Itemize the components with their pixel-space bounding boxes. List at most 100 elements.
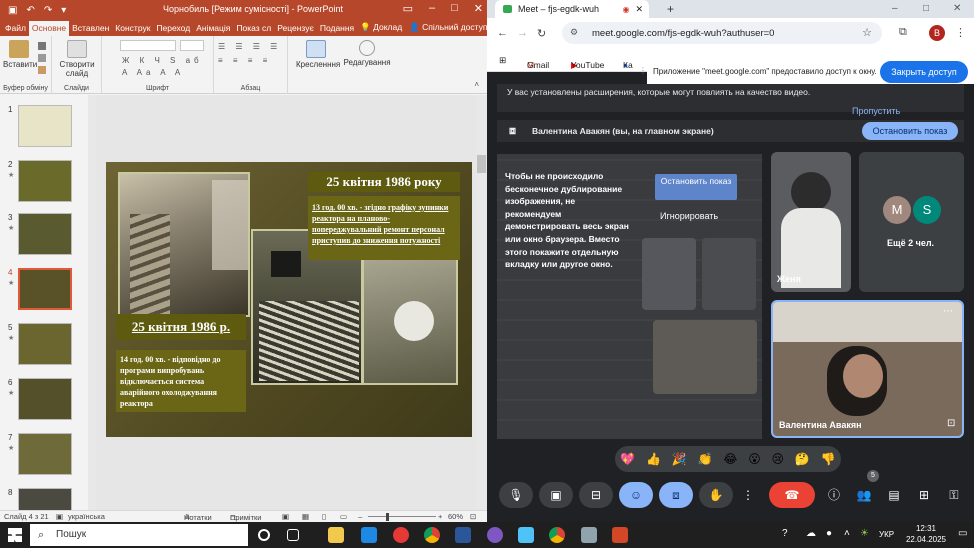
reaction-heart[interactable]: 💖 — [620, 452, 635, 466]
help-icon[interactable]: ? — [782, 528, 788, 539]
mirror-stop-button[interactable]: Остановить показ — [655, 174, 737, 200]
slide-thumbnail-selected[interactable] — [18, 268, 72, 310]
undo-icon[interactable]: ↶ — [26, 5, 34, 16]
ignore-button[interactable]: Игнорировать — [660, 211, 718, 221]
menu-kebab-icon[interactable]: ⋮ — [955, 26, 966, 39]
fit-slide-icon[interactable]: ⊡ — [470, 512, 476, 521]
store-icon[interactable] — [361, 527, 377, 543]
chrome-icon[interactable] — [424, 527, 440, 543]
tab-animations[interactable]: Анімація — [193, 21, 233, 36]
forward-icon[interactable]: → — [517, 27, 528, 39]
participant-tile-zhenya[interactable]: Женя — [771, 152, 851, 292]
spellcheck-icon[interactable]: ▣ — [56, 512, 63, 521]
reaction-laugh[interactable]: 😂 — [723, 452, 737, 466]
reaction-thumbs-down[interactable]: 👎 — [821, 452, 836, 466]
windows-start-icon[interactable] — [8, 528, 22, 542]
language-label[interactable]: українська — [68, 512, 105, 521]
app-icon[interactable] — [581, 527, 597, 543]
zoom-slider[interactable] — [368, 516, 436, 517]
participant-tile-self[interactable]: ⋯ Валентина Авакян ⊡ — [771, 300, 964, 438]
maximize-icon[interactable]: □ — [451, 2, 458, 15]
back-icon[interactable]: ← — [497, 27, 508, 39]
stop-sharing-button[interactable]: Закрыть доступ — [880, 61, 968, 83]
zoom-out-icon[interactable]: – — [358, 512, 362, 521]
more-options-icon[interactable]: ⋯ — [943, 306, 953, 317]
drawing-button[interactable]: Кресленння — [296, 40, 340, 69]
extensions-icon[interactable]: ⧉ — [899, 26, 907, 39]
tab-view[interactable]: Подання — [317, 21, 357, 36]
skip-button[interactable]: Пропустить — [852, 105, 900, 117]
tab-review[interactable]: Рецензує — [274, 21, 317, 36]
slide-thumbnail[interactable] — [18, 378, 72, 420]
file-explorer-icon[interactable] — [328, 527, 344, 543]
slideshow-view-icon[interactable]: ▭ — [340, 512, 347, 521]
reactions-button[interactable]: ☺ — [619, 482, 653, 508]
raise-hand-button[interactable]: ✋ — [699, 482, 733, 508]
address-bar[interactable]: ⚙ meet.google.com/fjs-egdk-wuh?authuser=… — [562, 22, 882, 44]
opera-icon[interactable] — [393, 527, 409, 543]
slide-thumbnail[interactable] — [18, 213, 72, 255]
reaction-thumbs-up[interactable]: 👍 — [646, 452, 661, 466]
slide-thumbnail[interactable] — [18, 105, 72, 147]
normal-view-icon[interactable]: ▣ — [282, 512, 289, 521]
slide-thumbnail[interactable] — [18, 433, 72, 475]
reading-view-icon[interactable]: ▯ — [322, 512, 326, 521]
align-buttons[interactable]: ≡ ≡ ≡ ≡ — [218, 56, 271, 65]
maximize-icon[interactable]: □ — [923, 3, 929, 14]
clock-time[interactable]: 12:31 — [906, 524, 946, 533]
more-options-button[interactable]: ⋮ — [739, 482, 757, 508]
present-button[interactable]: ⧈ — [659, 482, 693, 508]
format-painter-icon[interactable] — [38, 66, 46, 74]
slide-thumbnail[interactable] — [18, 160, 72, 202]
tab-design[interactable]: Конструк — [112, 21, 153, 36]
info-button[interactable]: ⓘ — [821, 482, 847, 508]
reaction-sad[interactable]: 😢 — [772, 452, 785, 466]
reload-icon[interactable]: ↻ — [537, 27, 546, 40]
reaction-thinking[interactable]: 🤔 — [795, 452, 810, 466]
new-slide-button[interactable]: Створити слайд — [58, 40, 96, 78]
font-name-input[interactable] — [120, 40, 176, 51]
sorter-view-icon[interactable]: ▦ — [302, 512, 309, 521]
scrollbar-thumb[interactable] — [477, 155, 486, 173]
editing-button[interactable]: Редагування — [340, 40, 394, 67]
notifications-icon[interactable]: ▭ — [958, 528, 967, 539]
collapse-ribbon-icon[interactable]: ˄ — [474, 80, 479, 89]
zoom-in-icon[interactable]: + — [438, 512, 442, 521]
powerpoint-icon[interactable] — [612, 527, 628, 543]
app-icon[interactable] — [518, 527, 534, 543]
zoom-level[interactable]: 60% — [448, 512, 463, 521]
close-icon[interactable]: ✕ — [474, 2, 483, 15]
share-button[interactable]: 👤 Спільний доступ — [405, 20, 487, 36]
reaction-surprised[interactable]: 😮 — [748, 452, 761, 466]
weather-icon[interactable]: ☀ — [860, 528, 869, 539]
cut-icon[interactable] — [38, 42, 46, 50]
chevron-up-icon[interactable]: ˄ — [844, 528, 850, 539]
tray-icon[interactable]: ● — [826, 528, 832, 539]
apps-grid-icon[interactable]: ⊞ — [499, 55, 506, 66]
thumbnails-scrollbar[interactable] — [88, 95, 96, 510]
leave-call-button[interactable]: ☎ — [769, 482, 815, 508]
paste-button[interactable]: Вставити — [3, 40, 37, 69]
minimize-icon[interactable]: – — [892, 3, 898, 14]
reaction-clap[interactable]: 👏 — [698, 452, 713, 466]
site-info-icon[interactable]: ⚙ — [570, 27, 578, 38]
customize-icon[interactable]: ▾ — [61, 5, 66, 16]
save-icon[interactable]: ▣ — [8, 5, 17, 16]
tab-transitions[interactable]: Переход — [153, 21, 193, 36]
tab-home[interactable]: Основне — [28, 21, 70, 36]
slide-thumbnail[interactable] — [18, 488, 72, 510]
taskbar-search[interactable]: ⌕ Пошук — [30, 524, 248, 546]
font-format-buttons[interactable]: Ж К Ч S аб — [122, 56, 203, 65]
task-view-icon[interactable] — [287, 529, 299, 541]
camera-button[interactable]: ▣ — [539, 482, 573, 508]
cortana-icon[interactable] — [258, 529, 270, 541]
tab-file[interactable]: Файл — [2, 21, 29, 36]
stop-presenting-button[interactable]: Остановить показ — [862, 122, 958, 140]
close-icon[interactable]: ✕ — [953, 3, 961, 14]
pin-icon[interactable]: ⊡ — [947, 418, 955, 429]
close-tab-icon[interactable]: ✕ — [635, 4, 649, 15]
slide-scrollbar[interactable] — [476, 95, 487, 510]
drag-handle-icon[interactable]: ⋮ — [639, 66, 647, 75]
language-indicator[interactable]: УКР — [879, 530, 894, 539]
slide[interactable]: 25 квітня 1986 року 13 год. 00 хв. - згі… — [106, 162, 472, 437]
